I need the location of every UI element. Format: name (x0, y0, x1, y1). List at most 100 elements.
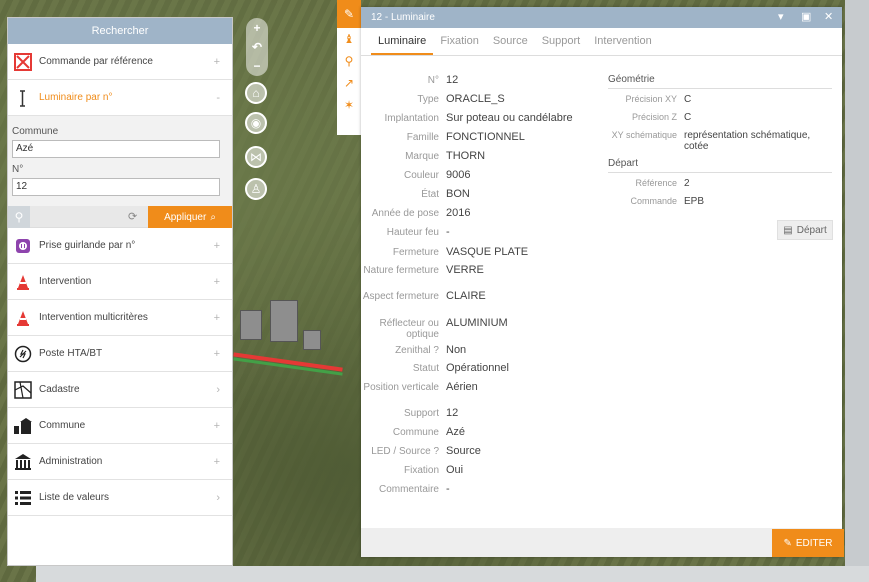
locate-icon[interactable]: ◉ (245, 112, 267, 134)
lamp-icon[interactable]: ♝ (337, 28, 361, 50)
tab-fixation[interactable]: Fixation (433, 28, 486, 55)
geometrie-label: Précision XY (625, 94, 677, 104)
zoom-out-button[interactable]: − (246, 56, 268, 75)
expand-icon[interactable]: + (214, 56, 220, 68)
menu-item-intervention-multicriteres[interactable]: Intervention multicritères + (8, 300, 232, 336)
field-value: Azé (446, 426, 465, 438)
history-button[interactable]: ↶ (246, 37, 268, 56)
field-row: Couleur 9006 (361, 170, 471, 182)
menu-item-luminaire-numero[interactable]: Luminaire par n° - (8, 80, 232, 116)
close-icon[interactable]: ✕ (824, 7, 833, 28)
collapse-icon[interactable]: - (216, 92, 220, 104)
field-value: - (446, 226, 450, 238)
detail-side-toolbar: ✎ ♝ ⚲ ↗ ✶ (337, 0, 361, 135)
traffic-cone-icon (13, 272, 33, 292)
expand-icon[interactable]: + (214, 348, 220, 360)
menu-item-label: Poste HTA/BT (39, 348, 103, 359)
field-value: FONCTIONNEL (446, 131, 525, 143)
menu-item-cadastre[interactable]: Cadastre › (8, 372, 232, 408)
person-icon[interactable]: ♙ (245, 178, 267, 200)
menu-item-liste-valeurs[interactable]: Liste de valeurs › (8, 480, 232, 516)
menu-item-label: Luminaire par n° (39, 92, 113, 103)
geometrie-section-title: Géométrie (608, 74, 832, 89)
field-row: N° 12 (361, 74, 459, 87)
menu-item-intervention[interactable]: Intervention + (8, 264, 232, 300)
detail-tabs: Luminaire Fixation Source Support Interv… (361, 28, 842, 56)
field-row: Commentaire - (361, 483, 450, 496)
restore-window-icon[interactable]: ▣ (801, 7, 811, 28)
apply-button-label: Appliquer (164, 211, 207, 223)
menu-item-prise-guirlande[interactable]: Prise guirlande par n° + (8, 228, 232, 264)
search-icon: ⌕ (210, 211, 216, 223)
field-row: Statut Opérationnel (361, 363, 509, 375)
depart-row: Référence 2 (608, 178, 819, 189)
geometrie-value: C (684, 94, 692, 105)
edit-button[interactable]: ✎ EDITER (772, 529, 844, 557)
edit-icon[interactable]: ✎ (337, 0, 361, 28)
external-link-icon[interactable]: ↗ (337, 72, 361, 94)
field-value: Oui (446, 464, 464, 476)
field-value: 12 (446, 74, 459, 86)
depart-button[interactable]: ▤ Départ (777, 220, 833, 240)
field-label: Couleur (403, 170, 439, 181)
field-label: Support (403, 408, 439, 419)
field-row: LED / Source ? Source (361, 446, 481, 458)
menu-item-label: Commune (39, 420, 86, 431)
chevron-right-icon[interactable]: › (216, 492, 220, 504)
geometrie-label: Précision Z (631, 112, 677, 122)
commune-input[interactable]: Azé (12, 140, 220, 158)
menu-item-poste-hta[interactable]: Poste HTA/BT + (8, 336, 232, 372)
cadastre-map-icon (13, 380, 33, 400)
field-label: Fixation (403, 465, 439, 476)
edit-icon: ✎ (783, 537, 792, 549)
home-icon[interactable]: ⌂ (245, 82, 267, 104)
town-hall-icon (13, 416, 33, 436)
geometrie-row: Précision Z C (608, 112, 819, 123)
field-label: État (421, 189, 439, 200)
tab-luminaire[interactable]: Luminaire (371, 28, 434, 55)
menu-item-administration[interactable]: Administration + (8, 444, 232, 480)
field-value: - (446, 483, 450, 495)
expand-icon[interactable]: + (214, 420, 220, 432)
field-row: Fermeture VASQUE PLATE (361, 247, 528, 259)
list-icon (13, 488, 33, 508)
field-row: Réflecteur ou optique ALUMINIUM (361, 318, 508, 341)
background-strip-right (845, 0, 869, 582)
numero-input[interactable]: 12 (12, 178, 220, 196)
depart-value: 2 (684, 178, 690, 189)
apply-button[interactable]: Appliquer ⌕ (148, 206, 232, 228)
field-value: 12 (446, 407, 459, 419)
depart-section-title: Départ (608, 158, 832, 173)
expand-icon[interactable]: + (214, 456, 220, 468)
tab-intervention[interactable]: Intervention (587, 28, 658, 55)
expand-icon[interactable]: + (214, 240, 220, 252)
power-station-icon (13, 344, 33, 364)
field-value: Sur poteau ou candélabre (446, 112, 573, 124)
light-icon[interactable]: ✶ (337, 94, 361, 116)
geometrie-row: XY schématique représentation schématique… (608, 130, 819, 152)
detail-title: 12 - Luminaire (371, 12, 435, 23)
chevron-right-icon[interactable]: › (216, 384, 220, 396)
field-label: LED / Source ? (371, 446, 439, 457)
expand-icon[interactable]: + (214, 276, 220, 288)
menu-item-commune[interactable]: Commune + (8, 408, 232, 444)
tab-support[interactable]: Support (535, 28, 588, 55)
tab-source[interactable]: Source (486, 28, 535, 55)
field-label: Marque (405, 151, 439, 162)
luminaire-detail-window: 12 - Luminaire ▾ ▣ ✕ Luminaire Fixation … (361, 7, 844, 557)
menu-item-commande-reference[interactable]: Commande par référence + (8, 44, 232, 80)
edit-button-label: EDITER (795, 537, 833, 549)
filter-icon[interactable]: ⚲ (8, 205, 30, 228)
share-icon[interactable]: ⋈ (245, 146, 267, 168)
search-icon[interactable]: ⚲ (337, 50, 361, 72)
field-value: Aérien (446, 381, 478, 393)
field-label: Commune (392, 427, 439, 438)
institution-icon (13, 452, 33, 472)
chevron-down-icon[interactable]: ▾ (778, 7, 784, 28)
zoom-in-button[interactable]: + (246, 18, 268, 37)
field-value: ORACLE_S (446, 93, 505, 105)
expand-icon[interactable]: + (214, 312, 220, 324)
luminaire-search-form: Commune Azé N° 12 (8, 116, 232, 206)
refresh-icon[interactable]: ⟳ (128, 210, 137, 223)
detail-header: 12 - Luminaire ▾ ▣ ✕ (361, 7, 842, 28)
